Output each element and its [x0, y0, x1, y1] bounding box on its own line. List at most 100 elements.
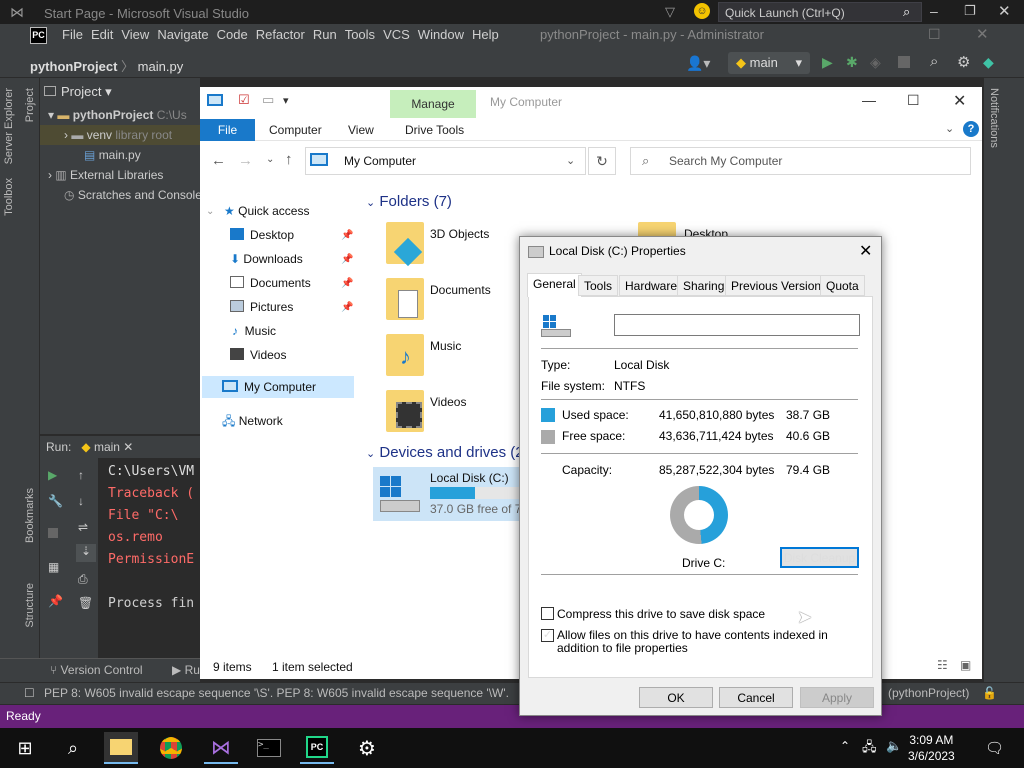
console-line[interactable]: File "C:\ [108, 508, 178, 523]
pin-icon[interactable]: 📌 [341, 278, 353, 289]
notification-center-icon[interactable]: 🗨 [985, 739, 1004, 757]
tab-hardware[interactable]: Hardware [619, 275, 684, 296]
ok-button[interactable]: OK [639, 687, 713, 708]
tab-general[interactable]: General [527, 273, 582, 297]
scroll-to-end-icon[interactable]: ⇣ [76, 544, 96, 562]
search-icon[interactable]: ⌕ [903, 4, 910, 20]
notifications-tab[interactable]: Notifications [988, 88, 1000, 148]
vs-close-button[interactable]: ✕ [998, 2, 1011, 20]
folder-videos[interactable]: Videos [430, 395, 466, 409]
pin-icon[interactable]: 📌 [48, 594, 63, 608]
properties-icon[interactable]: ☑ [238, 92, 250, 108]
address-bar[interactable]: My Computer [305, 147, 586, 175]
vs-minimize-button[interactable]: – [930, 3, 938, 19]
vs-restore-button[interactable]: ❐ [964, 3, 976, 19]
devices-section-header[interactable]: ⌄ Devices and drives (2 [366, 444, 524, 461]
menu-window[interactable]: Window [418, 27, 472, 42]
taskbar-settings[interactable]: ⚙ [350, 732, 384, 764]
status-warning-icon[interactable]: ☐ [24, 686, 35, 700]
search-box[interactable]: Search My Computer [630, 147, 971, 175]
tree-item-venv[interactable]: › ▬ venv library root [64, 128, 172, 142]
pin-icon[interactable]: 📌 [341, 302, 353, 313]
menu-run[interactable]: Run [313, 27, 345, 42]
menu-file[interactable]: File [62, 27, 91, 42]
up-arrow-icon[interactable]: ↑ [285, 151, 293, 168]
print-icon[interactable]: ⎙ [78, 572, 88, 587]
stop-run-icon[interactable] [48, 528, 58, 538]
qat-dropdown-icon[interactable]: ▾ [283, 94, 289, 107]
recent-dropdown-icon[interactable]: ⌄ [266, 154, 274, 165]
folder-3d-objects[interactable]: 3D Objects [430, 227, 489, 241]
ribbon-tab-computer[interactable]: Computer [269, 123, 322, 137]
settings-gear-icon[interactable]: ⚙ [957, 53, 970, 71]
tab-previous-versions[interactable]: Previous Versions [725, 275, 834, 296]
index-label[interactable]: Allow files on this drive to have conten… [557, 629, 857, 655]
menu-vcs[interactable]: VCS [383, 27, 418, 42]
ribbon-tab-file[interactable]: File [200, 119, 255, 141]
quick-launch-input[interactable]: Quick Launch (Ctrl+Q) [718, 2, 922, 22]
ribbon-expand-icon[interactable]: ⌄ [945, 122, 954, 135]
start-button[interactable]: ⊞ [8, 732, 42, 764]
taskbar-terminal[interactable]: >_ [252, 732, 286, 764]
tree-item-scratches[interactable]: ◷ Scratches and Console [64, 188, 202, 202]
refresh-icon[interactable]: ↻ [588, 147, 616, 175]
breadcrumb-file[interactable]: main.py [138, 59, 184, 74]
nav-downloads[interactable]: ⬇ Downloads [230, 252, 303, 266]
apply-button[interactable]: Apply [800, 687, 874, 708]
project-panel-title[interactable]: Project [61, 84, 101, 99]
taskbar-chrome[interactable] [154, 732, 188, 764]
nav-videos[interactable]: Videos [230, 348, 286, 362]
nav-my-computer[interactable]: My Computer [222, 380, 316, 394]
project-tool-tab[interactable]: Project [24, 88, 36, 122]
search-everywhere-icon[interactable]: ⌕ [930, 53, 938, 70]
menu-help[interactable]: Help [472, 27, 507, 42]
menu-edit[interactable]: Edit [91, 27, 121, 42]
tab-sharing[interactable]: Sharing [677, 275, 731, 296]
taskbar-file-explorer[interactable] [104, 732, 138, 764]
compress-checkbox[interactable] [541, 607, 554, 620]
coverage-icon[interactable]: ◈ [870, 54, 881, 71]
trash-icon[interactable]: 🗑 [78, 596, 93, 610]
pin-icon[interactable]: 📌 [341, 230, 353, 241]
explorer-minimize-button[interactable]: — [862, 92, 876, 108]
cancel-button[interactable]: Cancel [719, 687, 793, 708]
explorer-maximize-button[interactable]: ☐ [907, 92, 920, 109]
large-icons-view-icon[interactable]: ▣ [960, 658, 971, 672]
pycharm-close-button[interactable]: ✕ [976, 25, 989, 43]
new-folder-icon[interactable]: ▭ [262, 92, 274, 108]
ribbon-tab-drive-tools[interactable]: Drive Tools [405, 123, 464, 137]
menu-code[interactable]: Code [217, 27, 256, 42]
run-icon[interactable]: ▶ [822, 54, 833, 71]
disk-cleanup-button[interactable]: Disk Cleanup [780, 547, 859, 568]
version-control-tab[interactable]: ⑂ Version Control [50, 663, 143, 677]
back-arrow-icon[interactable]: ← [211, 152, 226, 169]
layout-icon[interactable]: ▦ [48, 560, 59, 574]
collapse-icon[interactable]: ⌄ [206, 206, 214, 217]
folder-documents[interactable]: Documents [430, 283, 491, 297]
run-config-select[interactable]: ◆ main ▾ [728, 52, 810, 74]
tree-item-main-py[interactable]: ▤ main.py [84, 148, 141, 162]
tray-clock[interactable]: 3:09 AM 3/6/2023 [908, 732, 955, 764]
debug-icon[interactable]: ✱ [846, 54, 858, 71]
stop-icon[interactable] [898, 56, 910, 68]
pycharm-restore-button[interactable]: ☐ [928, 26, 941, 43]
rerun-icon[interactable]: ▶ [48, 468, 57, 482]
volume-tray-icon[interactable]: 🔈 [886, 738, 902, 754]
structure-tool-tab[interactable]: Structure [24, 583, 36, 628]
explorer-close-button[interactable]: ✕ [953, 91, 966, 111]
menu-tools[interactable]: Tools [345, 27, 383, 42]
network-tray-icon[interactable]: 🖧 [862, 738, 877, 760]
tab-quota[interactable]: Quota [820, 275, 865, 296]
status-interpreter[interactable]: (pythonProject) [888, 686, 969, 700]
folders-section-header[interactable]: ⌄ Folders (7) [366, 193, 452, 210]
status-text[interactable]: PEP 8: W605 invalid escape sequence '\S'… [44, 686, 509, 700]
run-tab[interactable]: main [94, 440, 120, 454]
menu-view[interactable]: View [121, 27, 157, 42]
scroll-up-icon[interactable]: ↑ [78, 468, 84, 482]
tree-item-project[interactable]: ▾ ▬ pythonProject C:\Us [48, 108, 187, 122]
nav-music[interactable]: ♪ Music [232, 324, 276, 338]
nav-pictures[interactable]: Pictures [230, 300, 293, 314]
manage-context-tab[interactable]: Manage [390, 90, 476, 118]
soft-wrap-icon[interactable]: ⇌ [78, 520, 88, 534]
folder-music[interactable]: Music [430, 339, 461, 353]
